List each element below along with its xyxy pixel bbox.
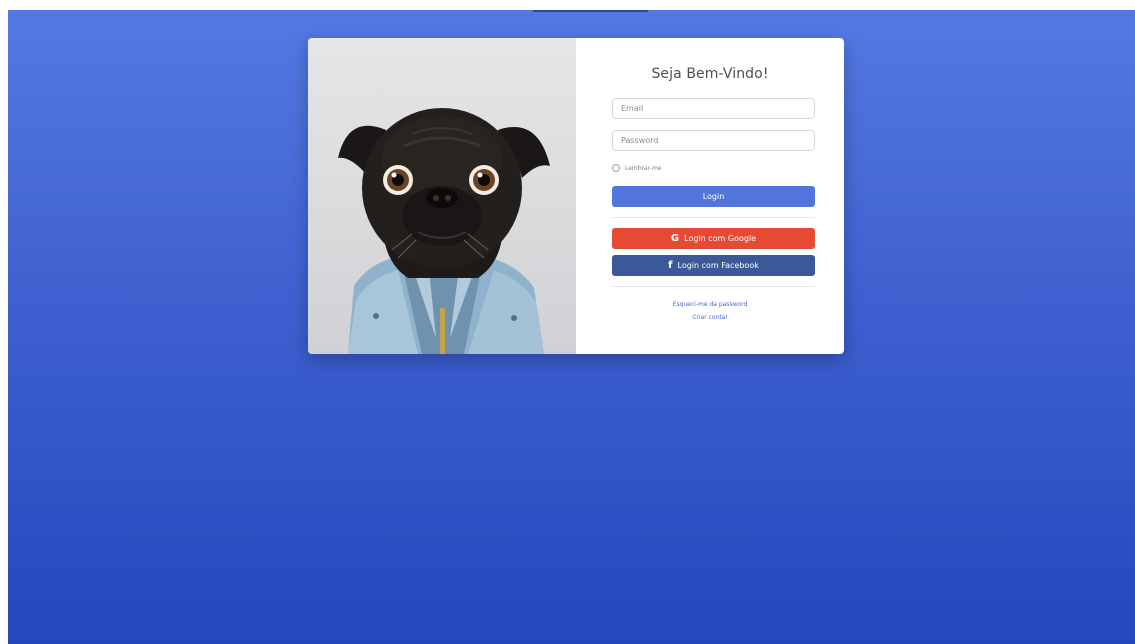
forgot-password-link[interactable]: Esqueci-me da password [576,301,844,308]
page-title: Seja Bem-Vindo! [651,66,769,82]
login-card: Seja Bem-Vindo! Lembrar-me Login G Login… [308,38,844,354]
remember-me-label: Lembrar-me [625,164,662,172]
divider [612,217,815,218]
divider [612,286,815,287]
google-login-button[interactable]: G Login com Google [612,228,815,249]
facebook-icon: f [668,260,673,271]
top-bar-mark [533,10,648,12]
password-field[interactable] [612,130,815,151]
google-icon: G [670,233,680,244]
page-background: Seja Bem-Vindo! Lembrar-me Login G Login… [8,10,1135,644]
create-account-link[interactable]: Criar conta! [576,314,844,321]
login-button[interactable]: Login [612,186,815,207]
login-button-label: Login [702,192,725,201]
email-field[interactable] [612,98,815,119]
facebook-login-label: Login com Facebook [677,261,759,270]
facebook-login-button[interactable]: f Login com Facebook [612,255,815,276]
google-login-label: Login com Google [684,234,757,243]
login-form: Seja Bem-Vindo! Lembrar-me Login G Login… [576,38,844,354]
remember-me[interactable]: Lembrar-me [612,163,662,173]
pug-photo [308,38,576,354]
remember-me-checkbox[interactable] [612,164,620,172]
